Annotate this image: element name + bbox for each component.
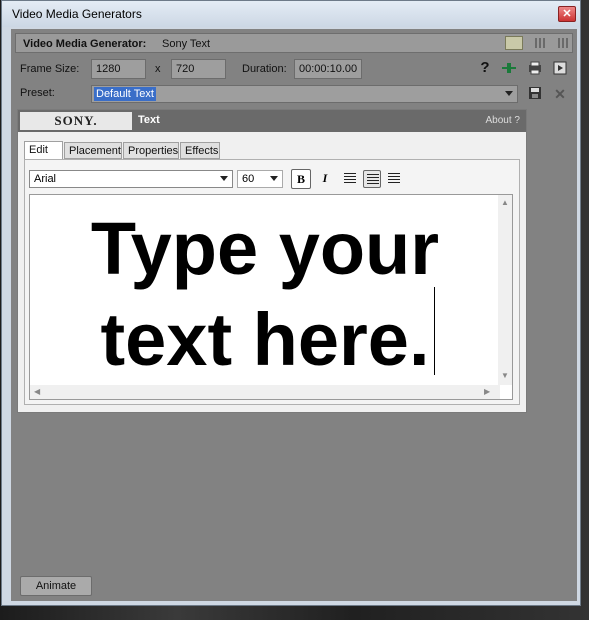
chevron-down-icon <box>505 91 513 96</box>
preset-label: Preset: <box>20 87 55 99</box>
font-dropdown[interactable]: Arial <box>29 170 233 188</box>
vertical-scrollbar[interactable]: ▲ ▼ <box>498 195 512 385</box>
editor-text[interactable]: Type your text here. <box>30 203 500 385</box>
chevron-down-icon <box>270 176 278 181</box>
align-center-icon <box>367 174 379 185</box>
tab-placement[interactable]: Placement <box>64 142 122 159</box>
bold-button[interactable]: B <box>291 169 311 189</box>
frame-x-label: x <box>155 63 161 75</box>
animate-button[interactable]: Animate <box>20 576 92 596</box>
frame-height-input[interactable]: 720 <box>171 59 226 79</box>
plugin-header: SONY. Text About ? <box>18 110 526 132</box>
horizontal-scrollbar[interactable]: ◀ ▶ <box>30 385 500 399</box>
editor-line-2: text here. <box>100 298 430 381</box>
print-icon[interactable] <box>527 60 543 76</box>
edit-panel: Arial 60 B I Type your text here. ▲ ▼ ◀ … <box>24 159 520 405</box>
video-media-generators-window: Video Media Generators ✕ Video Media Gen… <box>1 0 581 606</box>
tab-properties[interactable]: Properties <box>123 142 179 159</box>
generator-panel: Video Media Generator: Sony Text Frame S… <box>11 29 577 601</box>
scroll-right-icon[interactable]: ▶ <box>484 387 490 396</box>
plugin-name: Text <box>138 114 160 126</box>
align-left-icon <box>344 173 356 184</box>
save-preset-icon[interactable] <box>527 86 543 102</box>
frame-size-label: Frame Size: <box>20 63 80 75</box>
window-close-button[interactable]: ✕ <box>558 6 576 22</box>
duration-input[interactable]: 00:00:10.00 <box>294 59 362 79</box>
font-size-dropdown[interactable]: 60 <box>237 170 283 188</box>
align-right-button[interactable] <box>385 170 403 188</box>
duration-label: Duration: <box>242 63 287 75</box>
font-size-value: 60 <box>242 173 255 185</box>
single-view-icon[interactable] <box>505 36 523 50</box>
tab-edit[interactable]: Edit <box>24 141 63 160</box>
export-icon[interactable] <box>552 60 568 76</box>
tab-effects[interactable]: Effects <box>180 142 220 159</box>
chevron-down-icon <box>220 176 228 181</box>
generator-name: Sony Text <box>162 38 211 50</box>
font-value: Arial <box>34 173 57 185</box>
help-icon[interactable]: ? <box>477 60 493 76</box>
text-editor[interactable]: Type your text here. ▲ ▼ ◀ ▶ <box>29 194 513 400</box>
split-view-icon[interactable] <box>532 36 550 50</box>
italic-button[interactable]: I <box>315 169 335 189</box>
sony-text-plugin: SONY. Text About ? Edit Placement Proper… <box>17 109 527 413</box>
align-right-icon <box>388 173 400 184</box>
editor-line-1: Type your <box>90 207 440 290</box>
align-center-button[interactable] <box>363 170 381 188</box>
generator-header: Video Media Generator: Sony Text <box>15 33 573 53</box>
window-title: Video Media Generators <box>12 7 142 21</box>
delete-preset-icon[interactable]: ✕ <box>552 86 568 102</box>
preset-value: Default Text <box>94 87 156 101</box>
preset-dropdown[interactable]: Default Text <box>91 85 518 103</box>
scroll-left-icon[interactable]: ◀ <box>34 387 40 396</box>
align-left-button[interactable] <box>341 170 359 188</box>
grid-view-icon[interactable] <box>555 36 573 50</box>
title-bar[interactable]: Video Media Generators ✕ <box>2 1 580 27</box>
scroll-up-icon[interactable]: ▲ <box>501 198 509 207</box>
text-caret <box>434 287 435 375</box>
frame-width-input[interactable]: 1280 <box>91 59 146 79</box>
generator-label: Video Media Generator: <box>23 38 147 50</box>
keyframe-icon[interactable] <box>501 60 517 76</box>
scroll-down-icon[interactable]: ▼ <box>501 371 509 380</box>
about-link[interactable]: About ? <box>486 115 520 126</box>
sony-logo: SONY. <box>20 112 132 130</box>
